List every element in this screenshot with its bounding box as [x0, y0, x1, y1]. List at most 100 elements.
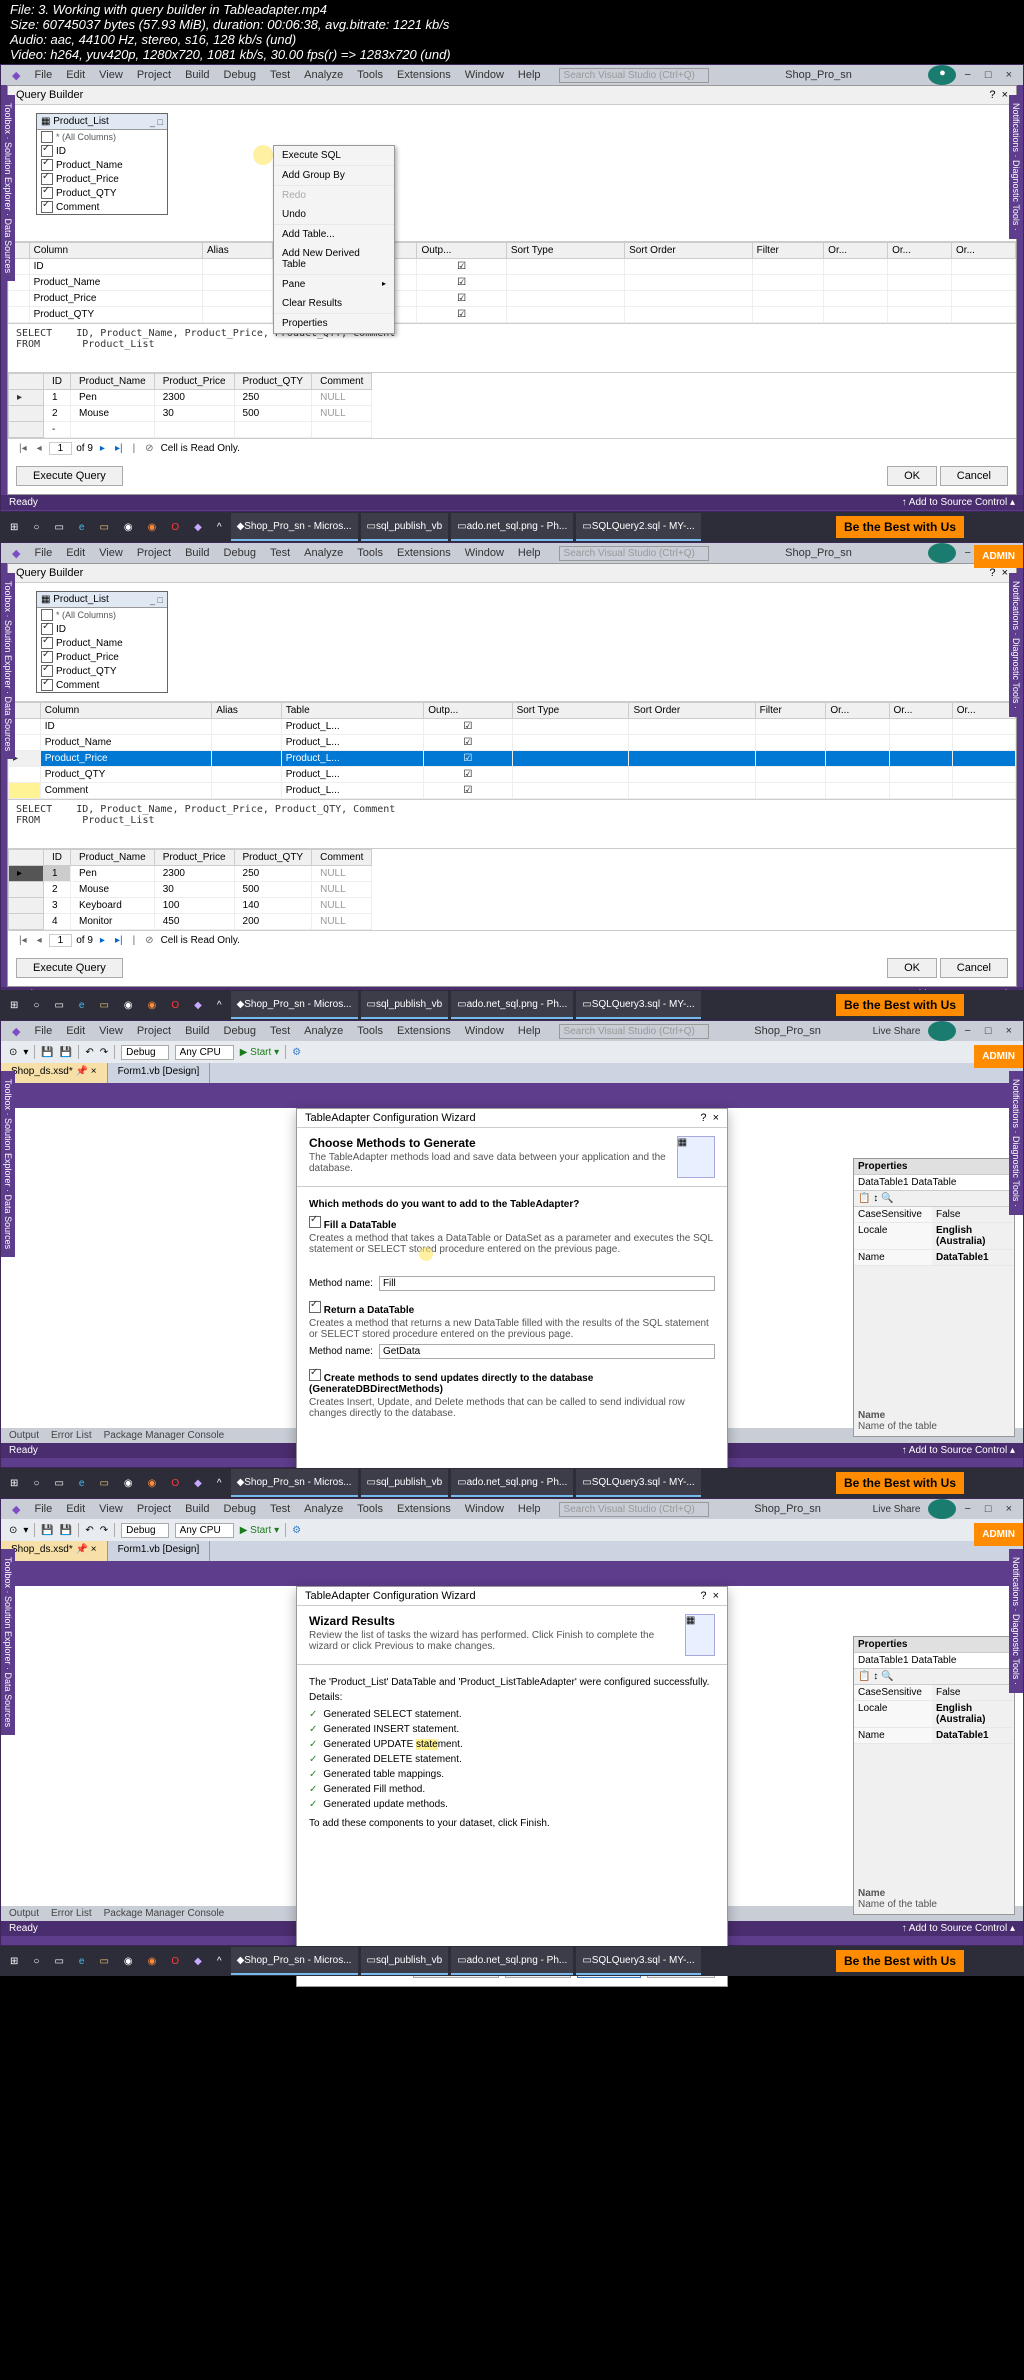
side-tab-notifications[interactable]: Notifications · Diagnostic Tools ·	[1009, 95, 1023, 239]
execute-query-button[interactable]: Execute Query	[16, 466, 123, 486]
tab-form1[interactable]: Form1.vb [Design]	[108, 1063, 211, 1083]
grid-row: Product_QTYProduct_L...☑	[9, 307, 1016, 323]
platform-dropdown[interactable]: Any CPU	[175, 1045, 234, 1060]
vs-taskbar-icon[interactable]: ◆	[188, 514, 208, 540]
col-comment[interactable]: Comment	[56, 202, 99, 213]
qb-close-icon[interactable]: ×	[1002, 89, 1008, 101]
menu-build[interactable]: Build	[179, 67, 215, 83]
table-name: Product_List	[53, 116, 109, 127]
cm-pane[interactable]: Pane▸	[274, 275, 394, 294]
back-icon[interactable]: ⊙	[9, 1047, 17, 1058]
cm-add-table[interactable]: Add Table...	[274, 225, 394, 244]
banner: Be the Best with Us	[836, 516, 964, 538]
user-icon[interactable]: ●	[928, 65, 956, 85]
context-menu[interactable]: Execute SQL Add Group By Redo Undo Add T…	[273, 145, 395, 334]
col-id[interactable]: ID	[56, 146, 66, 157]
chrome-icon[interactable]: ◉	[118, 514, 139, 540]
getdata-method-input[interactable]	[379, 1344, 715, 1359]
wizard-dialog: TableAdapter Configuration Wizard? × Cho…	[296, 1108, 728, 1509]
taskview-icon[interactable]: ▭	[48, 514, 69, 540]
caret-icon[interactable]: ^	[211, 514, 228, 540]
cm-properties[interactable]: Properties	[274, 314, 394, 333]
menubar: ◆ File Edit View Project Build Debug Tes…	[1, 65, 1023, 85]
nav-prev-icon[interactable]: ◂	[34, 443, 45, 454]
col-all[interactable]: * (All Columns)	[56, 132, 116, 142]
menu-debug[interactable]: Debug	[218, 67, 262, 83]
cortana-icon[interactable]: ○	[27, 514, 45, 540]
col-qty[interactable]: Product_QTY	[56, 188, 117, 199]
grid-row: Product_NameProduct_L...☑	[9, 275, 1016, 291]
fill-checkbox[interactable]	[309, 1216, 321, 1228]
ok-button[interactable]: OK	[887, 466, 937, 486]
menu-project[interactable]: Project	[131, 67, 177, 83]
config-dropdown[interactable]: Debug	[121, 1045, 168, 1060]
cursor-highlight: state	[416, 1739, 438, 1750]
source-control-button[interactable]: ↑ Add to Source Control ▴	[902, 497, 1015, 508]
wizard-heading: Choose Methods to Generate	[309, 1136, 677, 1150]
nav-first-icon[interactable]: |◂	[16, 443, 30, 454]
criteria-grid[interactable]: ColumnAliasTableOutp...Sort TypeSort Ord…	[8, 242, 1016, 324]
menu-help[interactable]: Help	[512, 67, 547, 83]
fill-method-input[interactable]	[379, 1276, 715, 1291]
qb-title: Query Builder	[16, 89, 83, 101]
cancel-button[interactable]: Cancel	[940, 466, 1008, 486]
return-checkbox[interactable]	[309, 1301, 321, 1313]
diagram-pane[interactable]: ▦ Product_List_ □ * (All Columns) ID Pro…	[8, 105, 1016, 242]
edge-icon[interactable]: e	[73, 514, 91, 540]
grid-row-selected[interactable]: ▸Product_PriceProduct_L...☑	[9, 751, 1016, 767]
menu-extensions[interactable]: Extensions	[391, 67, 457, 83]
menu-analyze[interactable]: Analyze	[298, 67, 349, 83]
wizard-heading: Wizard Results	[309, 1614, 685, 1628]
taskbar[interactable]: ⊞ ○ ▭ e ▭ ◉ ◉ O ◆ ^ ◆ Shop_Pro_sn - Micr…	[0, 512, 1024, 542]
cm-add-derived[interactable]: Add New Derived Table	[274, 244, 394, 275]
nav-stop-icon[interactable]: ⊘	[142, 443, 156, 454]
grid-row: IDProduct_L...☑	[9, 259, 1016, 275]
menu-test[interactable]: Test	[264, 67, 296, 83]
live-share-button[interactable]: Live Share	[867, 1024, 927, 1039]
minimize-icon[interactable]: −	[958, 67, 976, 83]
cm-add-group-by[interactable]: Add Group By	[274, 166, 394, 186]
start-icon[interactable]: ⊞	[4, 514, 24, 540]
cm-execute-sql[interactable]: Execute SQL	[274, 146, 394, 166]
side-tab-toolbox[interactable]: Toolbox · Solution Explorer · Data Sourc…	[1, 95, 15, 281]
vs-window-1: ◆ File Edit View Project Build Debug Tes…	[0, 64, 1024, 512]
task-vs[interactable]: ◆ Shop_Pro_sn - Micros...	[231, 513, 358, 541]
menu-view[interactable]: View	[93, 67, 129, 83]
opera-icon[interactable]: O	[165, 514, 185, 540]
nav-next-icon[interactable]: ▸	[97, 443, 108, 454]
save-icon[interactable]: 💾	[41, 1047, 53, 1058]
vs-icon: ◆	[6, 67, 26, 84]
sql-pane[interactable]: SELECT ID, Product_Name, Product_Price, …	[8, 324, 1016, 373]
start-button[interactable]: ▶ Start ▾	[240, 1047, 279, 1058]
menu-edit[interactable]: Edit	[60, 67, 91, 83]
menu-tools[interactable]: Tools	[351, 67, 389, 83]
explorer-icon[interactable]: ▭	[93, 514, 114, 540]
tab-shop-ds[interactable]: Shop_ds.xsd* 📌 ×	[1, 1063, 108, 1083]
help-icon[interactable]: ?	[989, 89, 995, 101]
wizard-icon: ▦	[677, 1136, 715, 1178]
cm-clear-results[interactable]: Clear Results	[274, 294, 394, 314]
maximize-icon[interactable]: □	[979, 67, 998, 83]
cm-redo[interactable]: Redo	[274, 186, 394, 205]
firefox-icon[interactable]: ◉	[142, 514, 163, 540]
execute-query-button[interactable]: Execute Query	[16, 958, 123, 978]
menu-file[interactable]: File	[28, 67, 58, 83]
task-folder[interactable]: ▭ sql_publish_vb	[361, 513, 449, 541]
task-sql[interactable]: ▭ SQLQuery2.sql - MY-...	[576, 513, 700, 541]
results-navigator[interactable]: |◂ ◂ 1 of 9 ▸ ▸| | ⊘ Cell is Read Only.	[8, 438, 1016, 458]
admin-tab: ADMIN	[974, 545, 1023, 568]
document-tabs[interactable]: Shop_ds.xsd* 📌 × Form1.vb [Design]	[1, 1063, 1023, 1083]
close-icon[interactable]: ×	[1000, 67, 1018, 83]
results-grid[interactable]: IDProduct_NameProduct_PriceProduct_QTYCo…	[8, 373, 1016, 458]
nav-last-icon[interactable]: ▸|	[112, 443, 126, 454]
search-box[interactable]: Search Visual Studio (Ctrl+Q)	[559, 68, 709, 83]
col-price[interactable]: Product_Price	[56, 174, 119, 185]
col-name[interactable]: Product_Name	[56, 160, 123, 171]
table-box-product-list[interactable]: ▦ Product_List_ □ * (All Columns) ID Pro…	[36, 113, 168, 215]
menu-window[interactable]: Window	[459, 67, 510, 83]
properties-panel[interactable]: Properties DataTable1 DataTable 📋 ↕ 🔍 Ca…	[853, 1158, 1015, 1437]
cm-undo[interactable]: Undo	[274, 205, 394, 225]
task-folder2[interactable]: ▭ ado.net_sql.png - Ph...	[451, 513, 573, 541]
cursor-highlight	[253, 145, 273, 165]
dbdirect-checkbox[interactable]	[309, 1369, 321, 1381]
